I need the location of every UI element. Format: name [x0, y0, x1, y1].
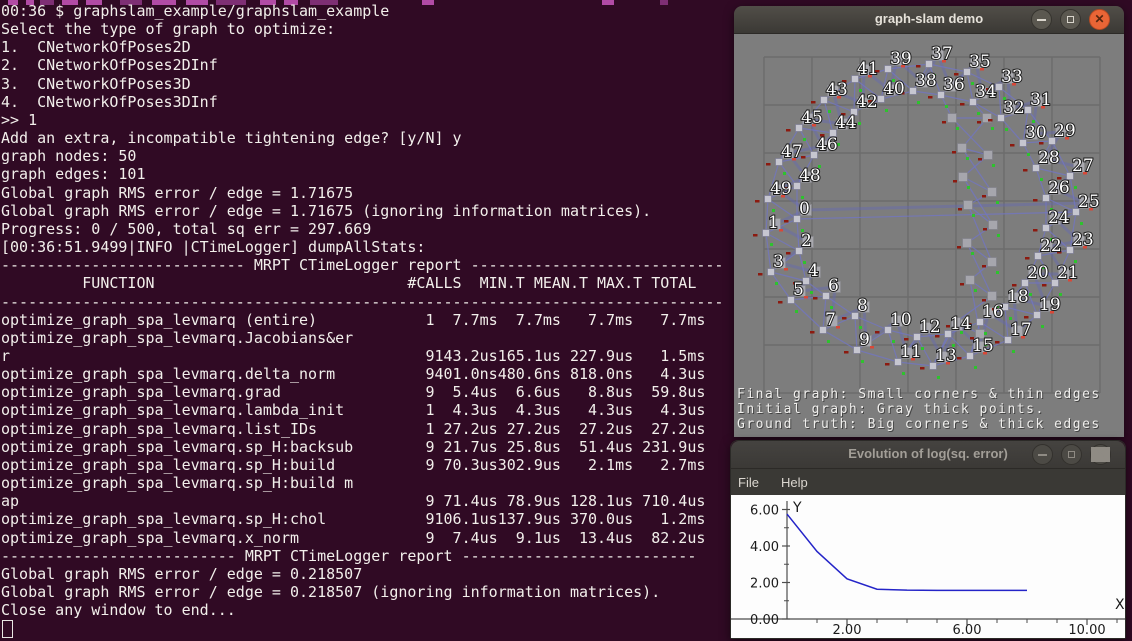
svg-text:23: 23 — [1072, 230, 1094, 250]
svg-text:16: 16 — [982, 302, 1004, 322]
svg-text:41: 41 — [857, 59, 879, 79]
svg-text:4: 4 — [808, 261, 819, 281]
svg-text:12: 12 — [919, 317, 941, 337]
minimize-icon — [1038, 454, 1047, 456]
svg-text:28: 28 — [1038, 148, 1060, 168]
svg-text:43: 43 — [826, 80, 848, 100]
svg-text:17: 17 — [1010, 320, 1032, 340]
svg-text:6: 6 — [828, 276, 839, 296]
svg-text:X: X — [1115, 597, 1125, 613]
svg-text:10.00: 10.00 — [1068, 623, 1105, 638]
svg-text:1: 1 — [768, 213, 779, 233]
svg-text:14: 14 — [950, 314, 972, 334]
svg-text:29: 29 — [1054, 121, 1076, 141]
svg-text:32: 32 — [1003, 98, 1025, 118]
svg-text:40: 40 — [883, 79, 905, 99]
minimize-button[interactable] — [1031, 9, 1052, 30]
svg-text:0: 0 — [799, 199, 810, 219]
svg-text:34: 34 — [975, 82, 997, 102]
close-icon: ✕ — [1090, 12, 1109, 27]
svg-text:13: 13 — [935, 346, 957, 366]
svg-text:6.00: 6.00 — [953, 623, 982, 638]
svg-text:27: 27 — [1072, 156, 1094, 176]
terminal-output: 00:36 $ graphslam_example/graphslam_exam… — [1, 2, 723, 619]
svg-text:15: 15 — [972, 336, 994, 356]
svg-text:22: 22 — [1040, 236, 1062, 256]
svg-text:3: 3 — [773, 252, 784, 272]
svg-text:2.00: 2.00 — [833, 623, 862, 638]
svg-text:25: 25 — [1078, 192, 1100, 212]
close-button[interactable]: ✕ — [1090, 444, 1111, 465]
maximize-button[interactable] — [1060, 9, 1081, 30]
svg-text:18: 18 — [1007, 287, 1029, 307]
graph-legend-text: Final graph: Small corners & thin edges … — [737, 387, 1101, 432]
svg-text:26: 26 — [1048, 178, 1070, 198]
close-button[interactable]: ✕ — [1089, 9, 1110, 30]
maximize-icon — [1068, 451, 1075, 458]
svg-text:19: 19 — [1039, 295, 1061, 315]
error-plot-area[interactable]: 0.00 2.00 4.00 6.00 2.00 6.00 10.00 Y X — [731, 495, 1125, 638]
svg-text:24: 24 — [1048, 208, 1070, 228]
svg-text:44: 44 — [835, 113, 857, 133]
graph-slam-demo-window: graph-slam demo ✕ 0123456789101112131415… — [734, 6, 1124, 437]
svg-text:49: 49 — [770, 179, 792, 199]
svg-text:0.00: 0.00 — [750, 613, 779, 628]
svg-text:4.00: 4.00 — [750, 540, 779, 555]
graph-window-titlebar[interactable]: graph-slam demo ✕ — [734, 6, 1124, 34]
menu-help[interactable]: Help — [781, 475, 808, 490]
minimize-icon — [1037, 19, 1046, 21]
svg-text:5: 5 — [793, 280, 804, 300]
svg-text:Y: Y — [792, 500, 802, 516]
svg-text:30: 30 — [1025, 123, 1047, 143]
svg-text:46: 46 — [816, 135, 838, 155]
close-icon: ✕ — [1091, 447, 1110, 462]
plot-window-titlebar[interactable]: Evolution of log(sq. error) ✕ — [731, 441, 1125, 469]
svg-text:8: 8 — [857, 296, 868, 316]
svg-text:37: 37 — [931, 44, 953, 64]
svg-text:39: 39 — [890, 49, 912, 69]
svg-text:42: 42 — [856, 92, 878, 112]
svg-text:38: 38 — [915, 71, 937, 91]
svg-text:48: 48 — [799, 166, 821, 186]
svg-text:9: 9 — [859, 330, 870, 350]
svg-text:45: 45 — [801, 108, 823, 128]
svg-text:47: 47 — [781, 142, 803, 162]
svg-text:20: 20 — [1027, 263, 1049, 283]
svg-text:2: 2 — [801, 231, 812, 251]
svg-text:6.00: 6.00 — [750, 504, 779, 519]
error-plot-canvas: 0.00 2.00 4.00 6.00 2.00 6.00 10.00 Y X — [731, 495, 1125, 638]
graph-3d-viewport[interactable]: 0123456789101112131415161718192021222324… — [734, 34, 1124, 437]
svg-text:21: 21 — [1057, 263, 1079, 283]
svg-text:36: 36 — [943, 75, 965, 95]
svg-text:10: 10 — [890, 310, 912, 330]
minimize-button[interactable] — [1032, 444, 1053, 465]
menu-file[interactable]: File — [738, 475, 759, 490]
svg-text:31: 31 — [1030, 90, 1052, 110]
svg-text:2.00: 2.00 — [750, 577, 779, 592]
terminal-cursor — [2, 620, 13, 638]
svg-text:11: 11 — [900, 342, 922, 362]
graph-canvas: 0123456789101112131415161718192021222324… — [734, 34, 1124, 437]
maximize-button[interactable] — [1061, 444, 1082, 465]
svg-text:7: 7 — [825, 310, 836, 330]
menu-bar: File Help — [731, 469, 1125, 495]
svg-text:33: 33 — [1001, 67, 1023, 87]
svg-text:35: 35 — [969, 52, 991, 72]
error-plot-window: Evolution of log(sq. error) ✕ File Help … — [730, 440, 1126, 639]
maximize-icon — [1067, 16, 1074, 23]
